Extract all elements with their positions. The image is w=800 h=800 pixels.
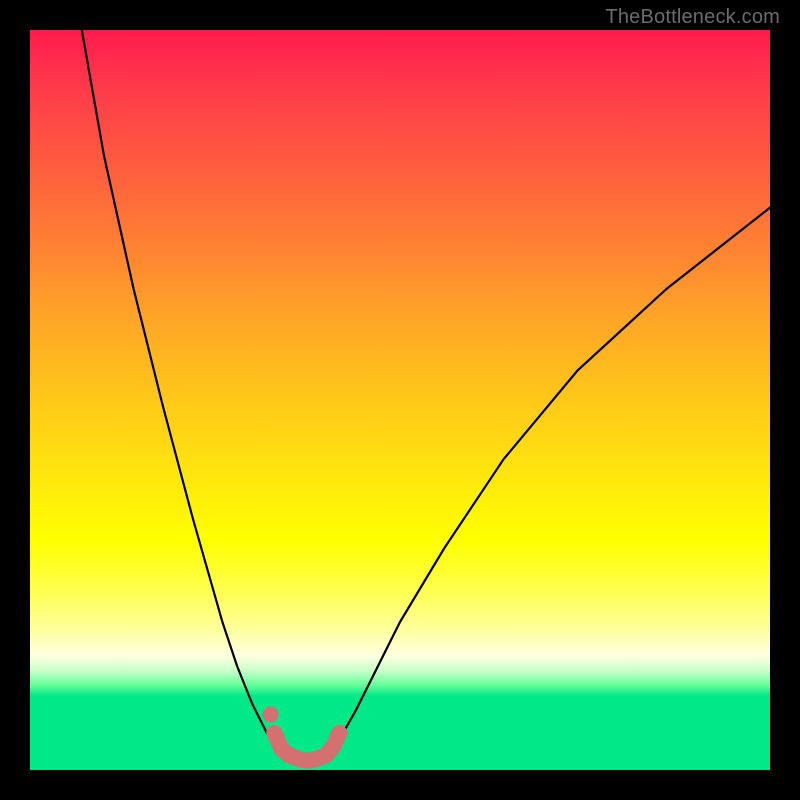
watermark-label: TheBottleneck.com [605, 6, 780, 29]
chart-frame: TheBottleneck.com [0, 0, 800, 800]
gradient-plot-area [30, 30, 770, 770]
